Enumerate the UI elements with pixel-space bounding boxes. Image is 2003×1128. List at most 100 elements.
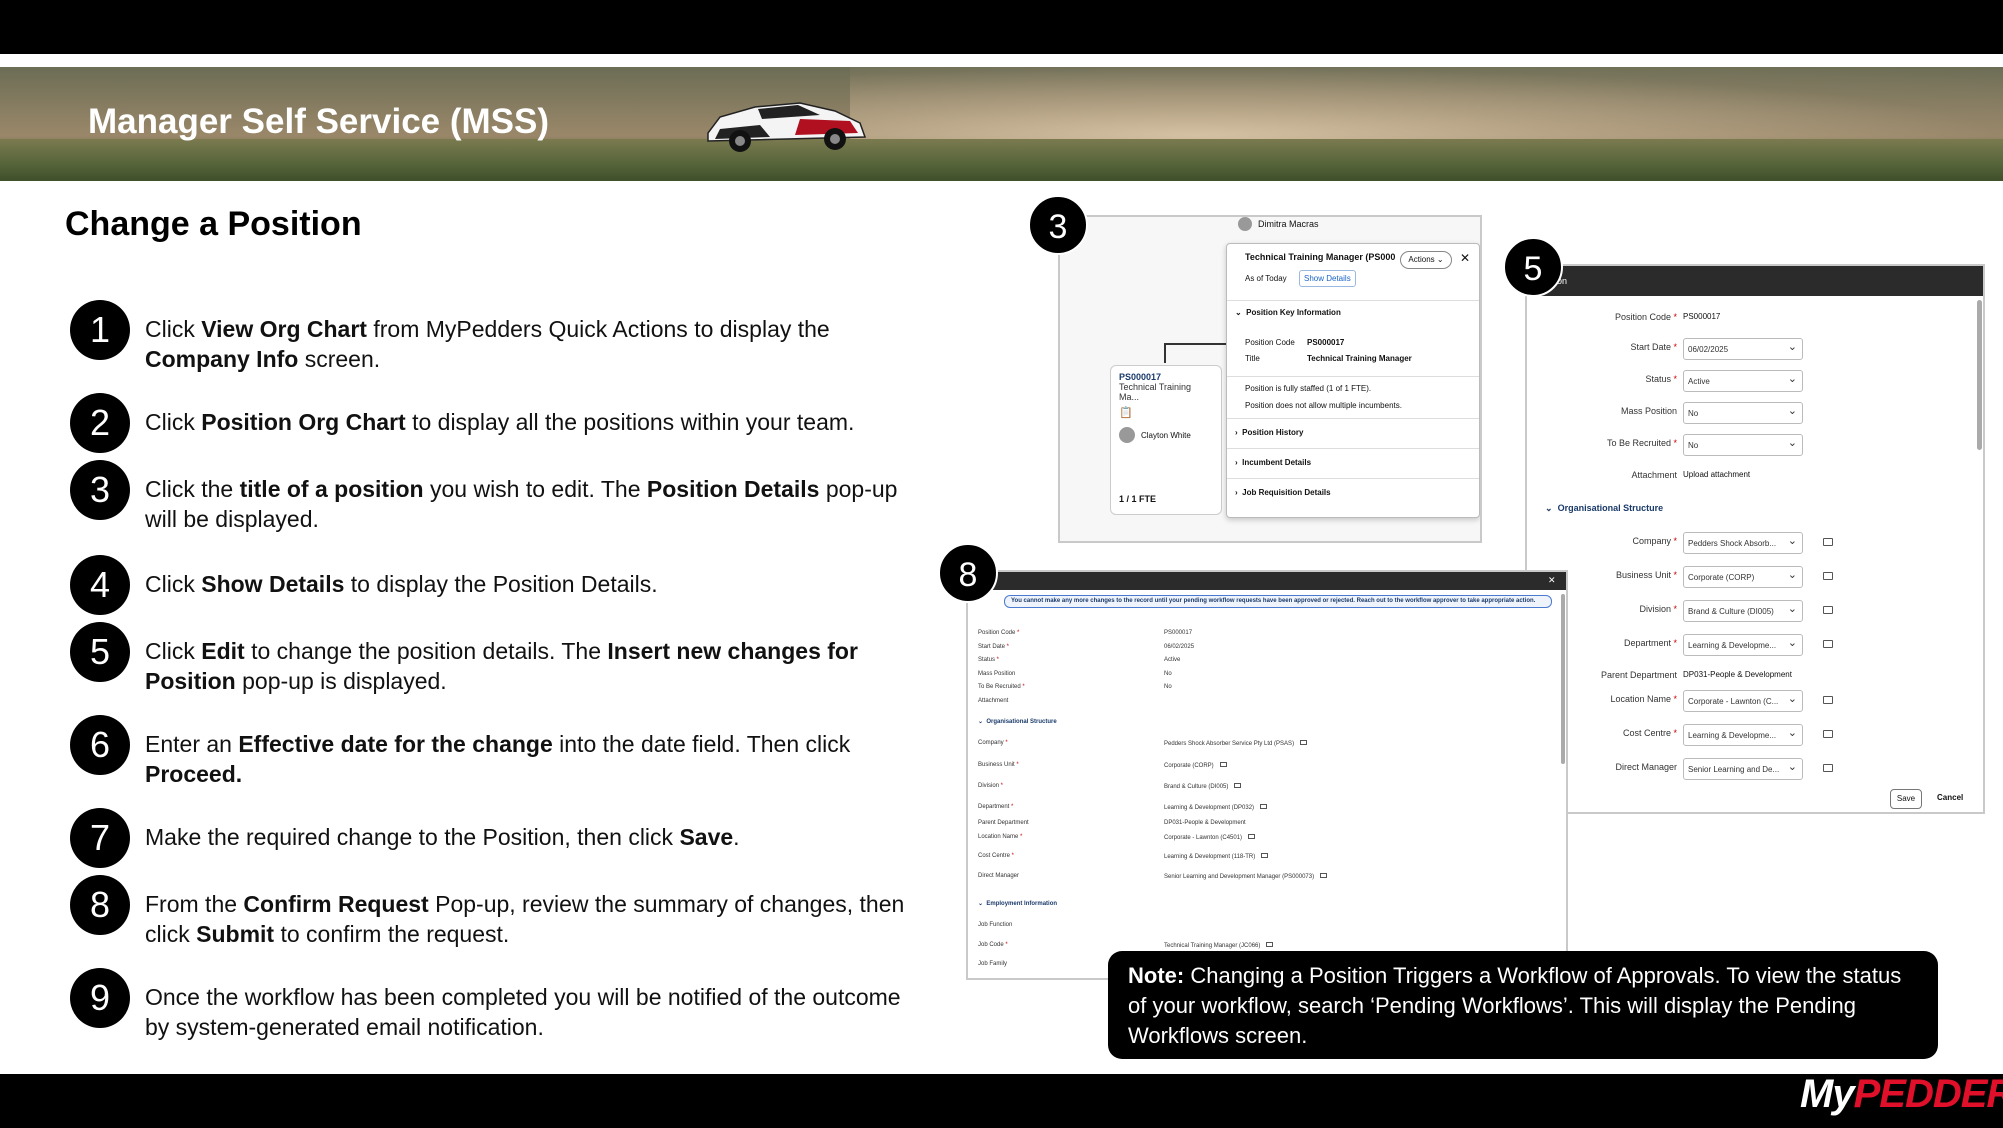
id-card-icon[interactable] — [1320, 873, 1328, 878]
step-text: Click the title of a position you wish t… — [145, 474, 915, 534]
field-label: Attachment — [1631, 470, 1677, 480]
connector-line — [1164, 343, 1234, 363]
row-label: Status * — [978, 657, 1000, 663]
badge-8: 8 — [938, 543, 998, 603]
step-text: Click View Org Chart from MyPedders Quic… — [145, 314, 915, 374]
step-number: 3 — [70, 460, 130, 520]
select-field[interactable]: Corporate - Lawnton (C... — [1683, 690, 1803, 712]
as-of-label: As of Today — [1245, 274, 1287, 283]
step-text-part: From the — [145, 891, 244, 917]
incumbent-details-section[interactable]: › Incumbent Details — [1235, 458, 1311, 467]
step-text: Click Show Details to display the Positi… — [145, 569, 915, 599]
step-emphasis: Show Details — [201, 571, 345, 597]
step-number: 4 — [70, 555, 130, 615]
top-black-bar — [0, 0, 2003, 54]
id-card-icon[interactable] — [1219, 762, 1227, 767]
org-structure-section: ⌄ Organisational Structure — [978, 719, 1057, 725]
id-card-icon[interactable] — [1260, 804, 1268, 809]
workflow-note: Note: Changing a Position Triggers a Wor… — [1108, 951, 1938, 1059]
field-label: Status * — [1645, 374, 1677, 384]
clipboard-icon: 📋 — [1119, 407, 1133, 419]
id-card-icon[interactable] — [1823, 538, 1833, 546]
step-text-part: Click — [145, 409, 202, 435]
select-field[interactable]: No — [1683, 402, 1803, 424]
page-title: Change a Position — [65, 205, 362, 243]
id-card-icon[interactable] — [1248, 834, 1256, 839]
row-label: Location Name * — [978, 834, 1023, 840]
id-card-icon[interactable] — [1823, 730, 1833, 738]
step-emphasis: Effective date for the change — [238, 731, 553, 757]
id-card-icon[interactable] — [1234, 783, 1242, 788]
dialog-header-bar — [968, 572, 1566, 590]
banner-title: Manager Self Service (MSS) — [88, 102, 549, 141]
field-value: Upload attachment — [1683, 470, 1751, 479]
position-card[interactable]: PS000017 Technical Training Ma... 📋 Clay… — [1110, 365, 1222, 515]
step-text-part: Make the required change to the Position… — [145, 824, 680, 850]
select-field[interactable]: Senior Learning and De... — [1683, 758, 1803, 780]
row-label: Parent Department — [978, 820, 1029, 826]
step-number: 5 — [70, 622, 130, 682]
step-text-part: to confirm the request. — [274, 921, 510, 947]
key-info-section[interactable]: ⌄ Position Key Information — [1235, 308, 1341, 317]
step-emphasis: title of a position — [239, 476, 424, 502]
select-field[interactable]: Corporate (CORP) — [1683, 566, 1803, 588]
actions-button[interactable]: Actions ⌄ — [1400, 251, 1452, 269]
screenshot-confirm-request: ✕ You cannot make any more changes to th… — [966, 570, 1568, 980]
chevron-down-icon: ⌄ — [978, 901, 984, 907]
row-label: Division * — [978, 783, 1004, 789]
row-value: Technical Training Manager (JC066) — [1164, 942, 1274, 949]
header-banner: Manager Self Service (MSS) — [0, 67, 2003, 181]
cancel-button[interactable]: Cancel — [1937, 793, 1963, 802]
id-card-icon[interactable] — [1823, 696, 1833, 704]
step-text-part: . — [733, 824, 740, 850]
step-text-part: to change the position details. The — [244, 638, 608, 664]
id-card-icon[interactable] — [1823, 606, 1833, 614]
close-icon[interactable]: ✕ — [1460, 251, 1470, 265]
id-card-icon[interactable] — [1823, 764, 1833, 772]
select-field[interactable]: Pedders Shock Absorb... — [1683, 532, 1803, 554]
row-value: Pedders Shock Absorber Service Pty Ltd (… — [1164, 740, 1308, 747]
step-text-part: Click — [145, 316, 202, 342]
employment-section: ⌄ Employment Information — [978, 901, 1058, 907]
select-field[interactable]: Learning & Developme... — [1683, 724, 1803, 746]
step-text-part: you wish to edit. The — [423, 476, 647, 502]
id-card-icon[interactable] — [1300, 740, 1308, 745]
job-requisition-section[interactable]: › Job Requisition Details — [1235, 488, 1331, 497]
org-structure-section[interactable]: ⌄ Organisational Structure — [1545, 503, 1663, 514]
id-card-icon[interactable] — [1266, 942, 1274, 947]
note-label: Note: — [1128, 963, 1185, 988]
row-value: DP031-People & Development — [1164, 820, 1246, 826]
position-history-section[interactable]: › Position History — [1235, 428, 1303, 437]
row-label: To Be Recruited * — [978, 684, 1025, 690]
row-label: Mass Position — [978, 670, 1016, 677]
id-card-icon[interactable] — [1261, 853, 1269, 858]
id-card-icon[interactable] — [1823, 572, 1833, 580]
avatar — [1119, 427, 1135, 443]
close-icon[interactable]: ✕ — [1548, 575, 1556, 586]
step-number: 8 — [70, 875, 130, 935]
step-text-part: to display the Position Details. — [344, 571, 658, 597]
save-button[interactable]: Save — [1890, 789, 1922, 809]
show-details-button[interactable]: Show Details — [1299, 270, 1356, 287]
select-field[interactable]: Learning & Developme... — [1683, 634, 1803, 656]
date-field[interactable]: 06/02/2025 — [1683, 338, 1803, 360]
row-label: Attachment — [978, 697, 1009, 704]
row-value: Learning & Development (118-TR) — [1164, 853, 1269, 860]
row-label: Cost Centre * — [978, 853, 1015, 859]
select-field[interactable]: Brand & Culture (DI005) — [1683, 600, 1803, 622]
field-value: DP031-People & Development — [1683, 670, 1792, 679]
card-position-title[interactable]: Technical Training Ma... — [1119, 382, 1213, 402]
field-label: Position Code * — [1614, 312, 1677, 322]
select-field[interactable]: No — [1683, 434, 1803, 456]
field-label: Company * — [1632, 536, 1677, 546]
row-label: Direct Manager — [978, 873, 1020, 879]
step-number: 6 — [70, 715, 130, 775]
scrollbar[interactable] — [1561, 594, 1565, 764]
position-details-popup: Technical Training Manager (PS000... Act… — [1226, 243, 1480, 518]
step-text-part: screen. — [298, 346, 381, 372]
scrollbar[interactable] — [1977, 300, 1982, 450]
id-card-icon[interactable] — [1823, 640, 1833, 648]
badge-5: 5 — [1503, 237, 1563, 297]
step-number: 2 — [70, 393, 130, 453]
select-field[interactable]: Active — [1683, 370, 1803, 392]
